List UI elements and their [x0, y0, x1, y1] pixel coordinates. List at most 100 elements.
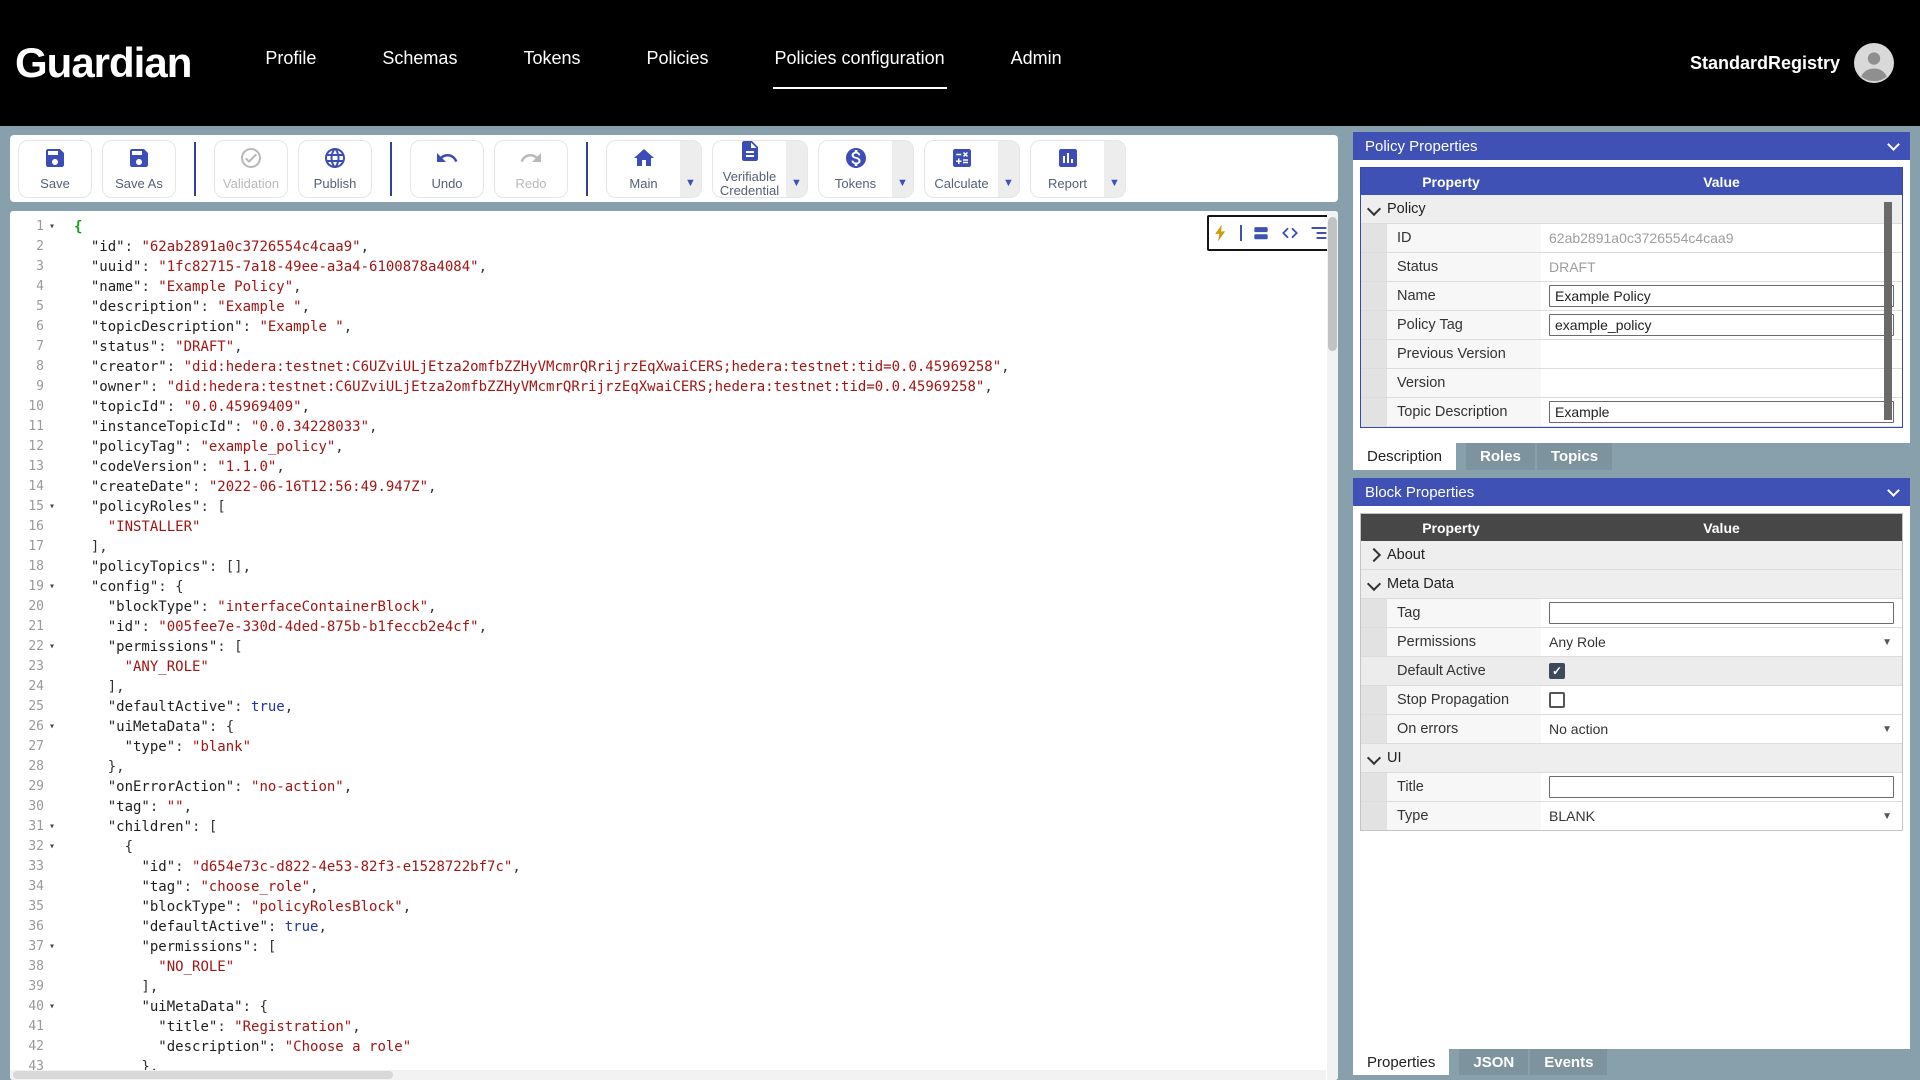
chevron-down-icon[interactable] [1366, 750, 1382, 766]
tab-description[interactable]: Description [1353, 443, 1457, 470]
default-active-checkbox[interactable] [1549, 663, 1565, 679]
caret-down-icon[interactable]: ▼ [1882, 637, 1892, 648]
property-row-about[interactable]: About [1361, 541, 1902, 570]
scrollbar-thumb[interactable] [1328, 217, 1337, 351]
line-number: 24 [28, 679, 44, 694]
tab-json[interactable]: JSON [1459, 1049, 1529, 1075]
permissions-dropdown-value[interactable]: Any Role [1549, 634, 1606, 650]
property-value-cell[interactable]: BLANK ▼ [1541, 802, 1902, 830]
report-button[interactable]: Report [1030, 139, 1104, 198]
editor-horizontal-scrollbar[interactable] [10, 1070, 1326, 1080]
line-number: 26 [28, 719, 44, 734]
fold-gutter [44, 777, 60, 797]
save-button[interactable]: Save [18, 139, 92, 198]
row-gutter [1361, 398, 1387, 426]
nav-item-tokens[interactable]: Tokens [521, 38, 582, 89]
section-toggle[interactable] [1361, 541, 1387, 569]
verifiable-credential-button-label: Verifiable Credential [719, 169, 780, 198]
code-view-icon[interactable] [1280, 223, 1300, 243]
report-dropdown-arrow[interactable]: ▼ [1104, 139, 1126, 198]
validation-button[interactable]: Validation [214, 139, 288, 198]
section-toggle[interactable] [1361, 744, 1387, 772]
chevron-down-icon[interactable] [1887, 483, 1900, 497]
property-row-ui[interactable]: UI [1361, 744, 1902, 773]
caret-down-icon[interactable]: ▼ [1882, 724, 1892, 735]
dollar-circle-icon [844, 146, 868, 175]
property-value-cell[interactable]: Any Role ▼ [1541, 628, 1902, 656]
tab-properties[interactable]: Properties [1353, 1049, 1450, 1075]
name-input[interactable] [1549, 285, 1894, 307]
fold-arrow-icon[interactable]: ▾ [44, 637, 60, 657]
fold-arrow-icon[interactable]: ▾ [44, 937, 60, 957]
section-toggle[interactable] [1361, 570, 1387, 598]
policy-properties-header[interactable]: Policy Properties [1353, 132, 1910, 160]
nav-item-admin[interactable]: Admin [1009, 38, 1064, 89]
chevron-down-icon[interactable] [1366, 201, 1382, 217]
column-header-value: Value [1703, 519, 1740, 536]
property-value-cell[interactable]: No action ▼ [1541, 715, 1902, 743]
nav-item-policies[interactable]: Policies [645, 38, 711, 89]
title-input[interactable] [1549, 776, 1894, 798]
tab-roles[interactable]: Roles [1466, 443, 1535, 470]
undo-button[interactable]: Undo [410, 139, 484, 198]
property-row-id: ID 62ab2891a0c3726554c4caa9 [1361, 224, 1902, 253]
property-row-meta-data[interactable]: Meta Data [1361, 570, 1902, 599]
verifiable-credential-dropdown-arrow[interactable]: ▼ [786, 139, 808, 198]
property-row-policy[interactable]: Policy [1361, 195, 1902, 224]
fold-gutter [44, 957, 60, 977]
main-dropdown-arrow[interactable]: ▼ [680, 139, 702, 198]
home-icon [632, 146, 656, 175]
tree-view-icon[interactable] [1309, 223, 1329, 243]
tokens-dropdown-arrow[interactable]: ▼ [892, 139, 914, 198]
on-errors-dropdown-value[interactable]: No action [1549, 721, 1608, 737]
row-gutter [1361, 340, 1387, 368]
tab-events[interactable]: Events [1530, 1049, 1608, 1075]
fold-arrow-icon[interactable]: ▾ [44, 577, 60, 597]
nav-item-policies-configuration[interactable]: Policies configuration [772, 38, 947, 89]
save-as-button[interactable]: Save As [102, 139, 176, 198]
fold-arrow-icon[interactable]: ▾ [44, 837, 60, 857]
caret-down-icon[interactable]: ▼ [1882, 811, 1892, 822]
redo-button[interactable]: Redo [494, 139, 568, 198]
tab-topics[interactable]: Topics [1536, 443, 1613, 470]
line-number: 7 [36, 339, 44, 354]
chevron-down-icon[interactable] [1366, 576, 1382, 592]
nav-item-schemas[interactable]: Schemas [380, 38, 459, 89]
tag-input[interactable] [1549, 602, 1894, 624]
line-number: 14 [28, 479, 44, 494]
publish-button[interactable]: Publish [298, 139, 372, 198]
policy-tag-input[interactable] [1549, 314, 1894, 336]
nav-item-profile[interactable]: Profile [263, 38, 318, 89]
fold-arrow-icon[interactable]: ▾ [44, 717, 60, 737]
fold-arrow-icon[interactable]: ▾ [44, 217, 60, 237]
policy-table-scrollbar[interactable] [1884, 202, 1892, 420]
chevron-down-icon[interactable] [1887, 137, 1900, 151]
property-label: On errors [1387, 715, 1541, 743]
calculate-dropdown-arrow[interactable]: ▼ [998, 139, 1020, 198]
code-line: 26 ▾ "uiMetaData": { [10, 717, 1326, 737]
lightning-icon[interactable] [1211, 223, 1231, 243]
stop-propagation-checkbox[interactable] [1549, 692, 1565, 708]
scrollbar-thumb[interactable] [13, 1071, 393, 1079]
fold-gutter [44, 237, 60, 257]
blocks-view-icon[interactable] [1251, 223, 1271, 243]
verifiable-credential-button[interactable]: Verifiable Credential [712, 139, 786, 198]
type-dropdown-value[interactable]: BLANK [1549, 808, 1595, 824]
app-logo[interactable]: Guardian [15, 39, 192, 87]
user-avatar-icon[interactable] [1854, 43, 1894, 83]
tokens-button[interactable]: Tokens [818, 139, 892, 198]
editor-vertical-scrollbar[interactable] [1327, 211, 1338, 1080]
row-gutter [1361, 802, 1387, 830]
fold-arrow-icon[interactable]: ▾ [44, 817, 60, 837]
chevron-right-icon[interactable] [1366, 547, 1382, 563]
section-toggle[interactable] [1361, 195, 1387, 223]
main-button[interactable]: Main [606, 139, 680, 198]
fold-arrow-icon[interactable]: ▾ [44, 497, 60, 517]
fold-arrow-icon[interactable]: ▾ [44, 997, 60, 1017]
calculate-button[interactable]: Calculate [924, 139, 998, 198]
table-header-row: Property Value [1361, 168, 1902, 195]
json-code-editor[interactable]: 1 ▾{2 "id": "62ab2891a0c3726554c4caa9", 3 … [10, 211, 1338, 1080]
property-row-status: Status DRAFT [1361, 253, 1902, 282]
block-properties-header[interactable]: Block Properties [1353, 478, 1910, 506]
topic-description-input[interactable] [1549, 401, 1894, 423]
